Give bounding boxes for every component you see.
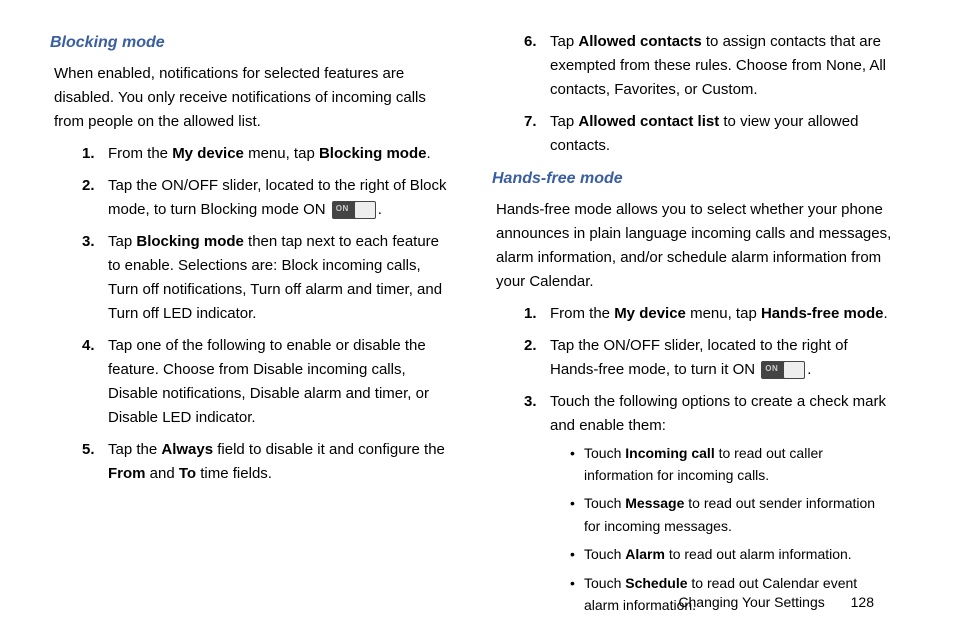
- step-number: 2.: [82, 174, 108, 222]
- hands-free-steps: 1. From the My device menu, tap Hands-fr…: [492, 302, 894, 623]
- step-number: 7.: [524, 110, 550, 158]
- hands-free-heading: Hands-free mode: [492, 166, 894, 192]
- step-body: Tap the ON/OFF slider, located to the ri…: [550, 334, 894, 382]
- blocking-mode-steps: 1. From the My device menu, tap Blocking…: [50, 142, 452, 486]
- step-body: Tap the ON/OFF slider, located to the ri…: [108, 174, 452, 222]
- bullet-icon: •: [570, 442, 584, 487]
- footer-label: Changing Your Settings: [678, 594, 824, 610]
- list-item: 4. Tap one of the following to enable or…: [82, 334, 452, 430]
- step-body: Tap one of the following to enable or di…: [108, 334, 452, 430]
- list-item: 2. Tap the ON/OFF slider, located to the…: [524, 334, 894, 382]
- bullet-icon: •: [570, 572, 584, 617]
- hands-free-intro: Hands-free mode allows you to select whe…: [496, 198, 894, 294]
- bullet-item: •Touch Alarm to read out alarm informati…: [570, 543, 894, 565]
- step-body: Tap Blocking mode then tap next to each …: [108, 230, 452, 326]
- step-body: Tap Allowed contact list to view your al…: [550, 110, 894, 158]
- step-number: 6.: [524, 30, 550, 102]
- step-body: Tap the Always field to disable it and c…: [108, 438, 452, 486]
- list-item: 6. Tap Allowed contacts to assign contac…: [524, 30, 894, 102]
- page-number: 128: [851, 594, 874, 610]
- blocking-mode-heading: Blocking mode: [50, 30, 452, 56]
- list-item: 1. From the My device menu, tap Hands-fr…: [524, 302, 894, 326]
- right-column: 6. Tap Allowed contacts to assign contac…: [492, 30, 894, 630]
- bullet-item: •Touch Message to read out sender inform…: [570, 492, 894, 537]
- step-number: 1.: [524, 302, 550, 326]
- continued-steps: 6. Tap Allowed contacts to assign contac…: [492, 30, 894, 158]
- step-number: 3.: [524, 390, 550, 623]
- step-number: 1.: [82, 142, 108, 166]
- step-number: 2.: [524, 334, 550, 382]
- list-item: 2. Tap the ON/OFF slider, located to the…: [82, 174, 452, 222]
- list-item: 1. From the My device menu, tap Blocking…: [82, 142, 452, 166]
- bullet-icon: •: [570, 543, 584, 565]
- step-number: 3.: [82, 230, 108, 326]
- list-item: 5. Tap the Always field to disable it an…: [82, 438, 452, 486]
- step-body: Touch the following options to create a …: [550, 390, 894, 623]
- step-number: 5.: [82, 438, 108, 486]
- list-item: 7. Tap Allowed contact list to view your…: [524, 110, 894, 158]
- blocking-mode-intro: When enabled, notifications for selected…: [54, 62, 452, 134]
- step-body: From the My device menu, tap Hands-free …: [550, 302, 894, 326]
- step-body: Tap Allowed contacts to assign contacts …: [550, 30, 894, 102]
- list-item: 3. Tap Blocking mode then tap next to ea…: [82, 230, 452, 326]
- bullets-list: •Touch Incoming call to read out caller …: [550, 442, 894, 617]
- page-footer: Changing Your Settings 128: [678, 594, 874, 610]
- page-content: Blocking mode When enabled, notification…: [0, 0, 954, 630]
- bullet-item: •Touch Incoming call to read out caller …: [570, 442, 894, 487]
- on-switch-icon: ON: [332, 201, 376, 219]
- bullet-icon: •: [570, 492, 584, 537]
- list-item: 3. Touch the following options to create…: [524, 390, 894, 623]
- step-body: From the My device menu, tap Blocking mo…: [108, 142, 452, 166]
- step-number: 4.: [82, 334, 108, 430]
- left-column: Blocking mode When enabled, notification…: [50, 30, 452, 630]
- on-switch-icon: ON: [761, 361, 805, 379]
